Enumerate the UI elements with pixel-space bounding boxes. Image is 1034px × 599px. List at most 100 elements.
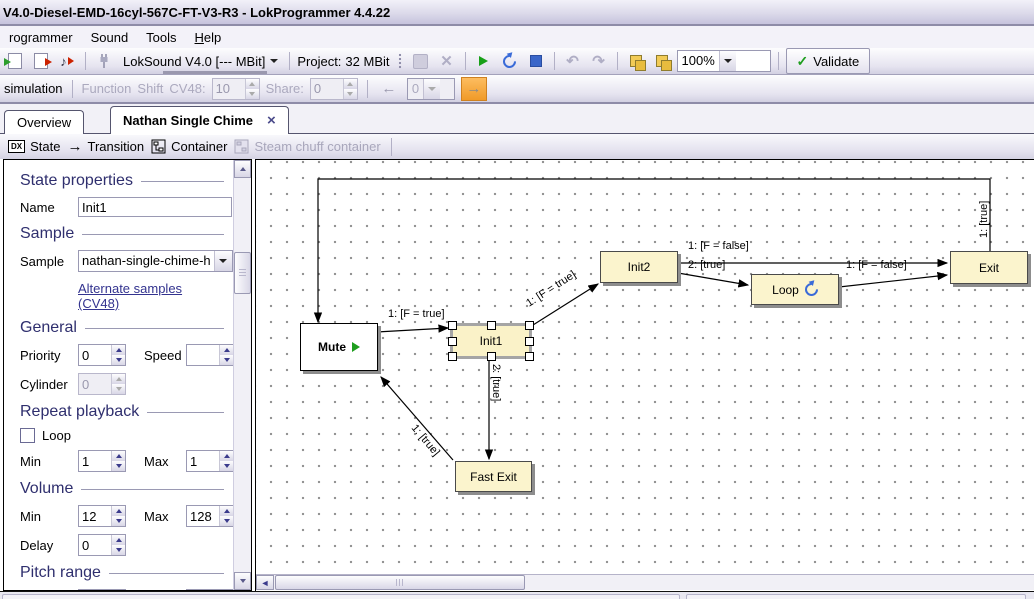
add-state-button[interactable]: DX State (8, 139, 60, 154)
export-project-button[interactable] (30, 50, 52, 72)
status-panel-right (686, 594, 1026, 599)
alternate-samples-link[interactable]: Alternate samples (CV48) (78, 281, 224, 311)
menu-programmer[interactable]: rogrammer (0, 28, 82, 47)
speed-spinner[interactable] (186, 344, 234, 366)
tab-overview-label: Overview (17, 115, 71, 130)
share-input[interactable] (311, 79, 343, 99)
scroll-up-button[interactable] (234, 160, 251, 178)
tab-active-label: Nathan Single Chime (123, 113, 253, 128)
cylinder-input[interactable] (79, 374, 111, 394)
state-loop[interactable]: Loop (751, 274, 839, 305)
toolbar-grip[interactable] (398, 53, 402, 69)
state-init1[interactable]: Init1 (450, 323, 532, 359)
add-steam-chuff-container-button-disabled[interactable]: Steam chuff container (234, 139, 380, 154)
sample-dropdown[interactable]: nathan-single-chime-h (78, 250, 233, 272)
loop-icon (500, 52, 518, 70)
transition-arrow-icon: → (67, 138, 82, 155)
volume-max-input[interactable] (187, 506, 219, 526)
export-sound-button[interactable]: ♪ (56, 50, 78, 72)
zoom-level-dropdown[interactable]: 100% (677, 50, 771, 72)
state-init2[interactable]: Init2 (600, 251, 678, 283)
tab-nathan-single-chime[interactable]: Nathan Single Chime × (110, 106, 289, 134)
transition-line[interactable] (678, 273, 748, 285)
properties-button-disabled[interactable] (410, 50, 432, 72)
pitch-min-spinner[interactable] (78, 589, 126, 590)
repeat-min-input[interactable] (79, 451, 111, 471)
repeat-min-label: Min (20, 454, 78, 469)
transition-line[interactable] (377, 328, 448, 332)
delete-button-disabled[interactable]: ✕ (436, 50, 458, 72)
menu-sound[interactable]: Sound (82, 28, 138, 47)
state-exit[interactable]: Exit (950, 251, 1028, 284)
open-project-button[interactable] (4, 50, 26, 72)
repeat-min-spinner[interactable] (78, 450, 126, 472)
share-spinner[interactable] (310, 78, 358, 100)
repeat-max-input[interactable] (187, 451, 219, 471)
volume-delay-input[interactable] (79, 535, 111, 555)
pitch-max-spinner[interactable] (186, 589, 234, 590)
state-label: Init2 (628, 260, 651, 274)
selection-handle[interactable] (448, 321, 457, 330)
spinner-buttons[interactable] (343, 79, 357, 99)
close-tab-icon[interactable]: × (267, 113, 276, 128)
scrollbar-thumb[interactable] (234, 252, 251, 294)
selection-handle[interactable] (448, 337, 457, 346)
add-container-button[interactable]: Container (151, 139, 227, 154)
undo-button-disabled[interactable]: ↶ (562, 50, 584, 72)
stop-button[interactable] (525, 50, 547, 72)
volume-delay-spinner[interactable] (78, 534, 126, 556)
decoder-type-dropdown[interactable]: LokSound V4.0 [--- MBit] (119, 50, 282, 72)
selection-handle[interactable] (487, 321, 496, 330)
panel-vertical-scrollbar[interactable] (233, 160, 251, 590)
scroll-down-button[interactable] (234, 572, 251, 590)
selection-handle[interactable] (525, 352, 534, 361)
zoom-in-button[interactable] (625, 50, 647, 72)
selection-handle[interactable] (448, 352, 457, 361)
selection-handle[interactable] (525, 337, 534, 346)
add-transition-button[interactable]: → Transition (67, 138, 144, 155)
volume-min-spinner[interactable] (78, 505, 126, 527)
cv48-spinner[interactable] (212, 78, 260, 100)
spinner-buttons[interactable] (245, 79, 259, 99)
name-input[interactable] (78, 197, 232, 217)
play-simulation-button[interactable] (473, 50, 495, 72)
validate-button[interactable]: ✓ Validate (786, 48, 871, 74)
volume-max-spinner[interactable] (186, 505, 234, 527)
loop-checkbox[interactable] (20, 428, 35, 443)
state-fast-exit[interactable]: Fast Exit (455, 461, 532, 492)
priority-input[interactable] (79, 345, 111, 365)
transition-line[interactable] (381, 377, 453, 460)
selection-handle[interactable] (487, 352, 496, 361)
programmer-connection-button[interactable] (93, 50, 115, 72)
separator (617, 52, 618, 70)
loop-playback-button[interactable] (499, 50, 521, 72)
diagram-canvas[interactable]: 1: [F = true]1: [F = true]1: [F = false]… (255, 159, 1034, 591)
menu-help[interactable]: Help (186, 28, 231, 47)
redo-button-disabled[interactable]: ↷ (588, 50, 610, 72)
section-pitch-range: Pitch range (20, 564, 224, 582)
state-mute[interactable]: Mute (300, 323, 378, 371)
separator (554, 52, 555, 70)
cv48-input[interactable] (213, 79, 245, 99)
canvas-horizontal-scrollbar[interactable]: ◄ (256, 574, 1034, 590)
transition-line[interactable] (839, 275, 947, 287)
scroll-left-button[interactable]: ◄ (256, 575, 274, 590)
tab-overview[interactable]: Overview (4, 110, 84, 134)
volume-min-input[interactable] (79, 506, 111, 526)
step-forward-button[interactable]: → (461, 77, 487, 101)
function-button-disabled[interactable]: Function (82, 81, 132, 96)
priority-label: Priority (20, 348, 78, 363)
menu-tools[interactable]: Tools (137, 28, 185, 47)
selection-handle[interactable] (525, 321, 534, 330)
priority-spinner[interactable] (78, 344, 126, 366)
h-scrollbar-thumb[interactable] (275, 575, 525, 590)
open-project-icon (8, 53, 22, 69)
chevron-down-icon (719, 51, 736, 71)
step-dropdown-disabled[interactable]: 0 (407, 78, 455, 100)
zoom-out-button[interactable] (651, 50, 673, 72)
step-back-button[interactable]: ← (377, 78, 401, 100)
repeat-max-spinner[interactable] (186, 450, 234, 472)
shift-button-disabled[interactable]: Shift (137, 81, 163, 96)
speed-input[interactable] (187, 345, 219, 365)
cylinder-spinner-disabled[interactable] (78, 373, 126, 395)
